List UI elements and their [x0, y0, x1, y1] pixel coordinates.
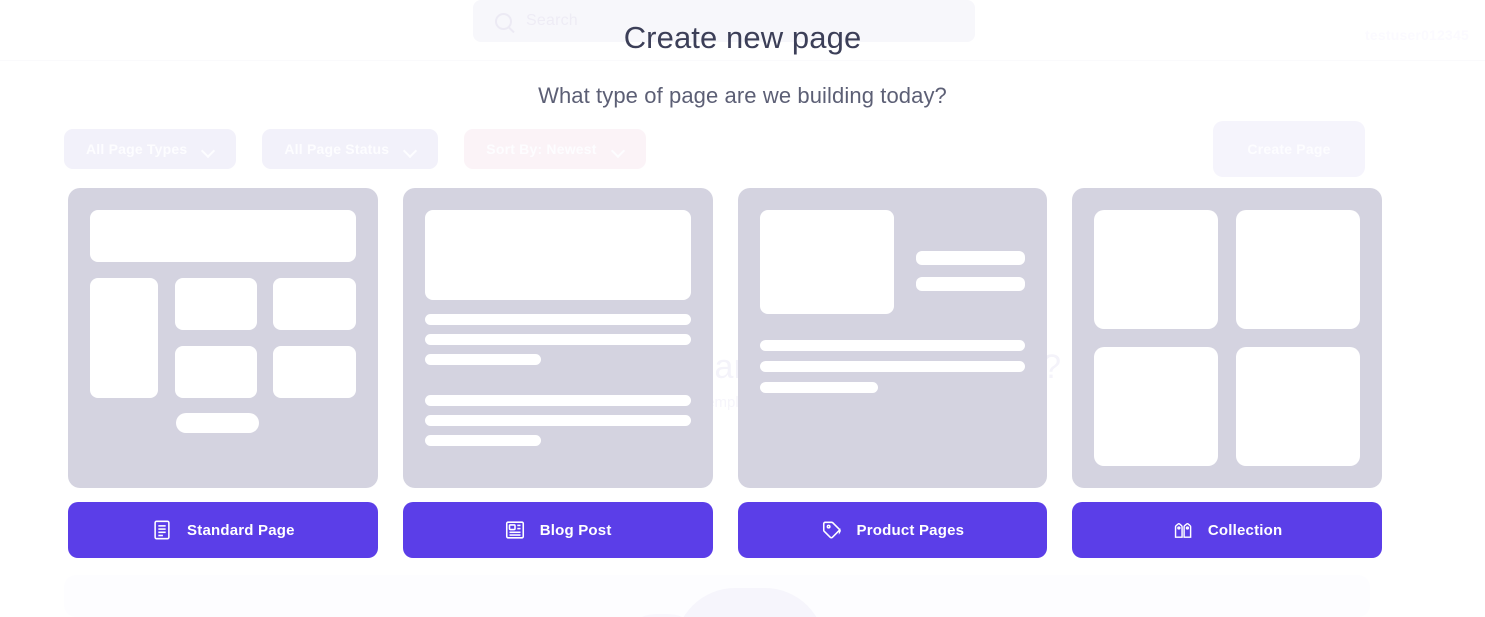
- page-subtitle: What type of page are we building today?: [538, 83, 947, 108]
- wireframe-sidebar-block: [90, 278, 158, 398]
- page-type-card-blog-post[interactable]: Blog Post: [402, 188, 713, 558]
- wireframe-paragraph-group: [424, 314, 691, 365]
- standard-page-wireframe-preview: [68, 188, 378, 488]
- wireframe-hero-block: [424, 210, 691, 300]
- wireframe-paragraph-group: [424, 395, 691, 446]
- price-tag-icon: [822, 521, 841, 539]
- double-tag-icon: [1174, 523, 1192, 538]
- wireframe-product-row: [759, 210, 1026, 314]
- wireframe-text-line: [424, 395, 691, 406]
- wireframe-grid: [175, 278, 356, 398]
- wireframe-product-image: [759, 210, 894, 314]
- product-pages-wireframe-preview: [737, 188, 1048, 488]
- wireframe-text-line: [915, 251, 1026, 265]
- page-type-card-collection[interactable]: Collection: [1072, 188, 1382, 558]
- standard-page-button[interactable]: Standard Page: [68, 502, 378, 558]
- wireframe-text-line: [759, 361, 1026, 372]
- wireframe-body: [90, 278, 356, 398]
- wireframe-cell: [1094, 347, 1219, 466]
- wireframe-button-block: [176, 413, 259, 433]
- page-type-card-product-pages[interactable]: Product Pages: [737, 188, 1048, 558]
- wireframe-header-block: [90, 210, 356, 262]
- collection-button[interactable]: Collection: [1072, 502, 1382, 558]
- wireframe-paragraph-group: [759, 340, 1026, 393]
- wireframe-cell: [273, 278, 356, 330]
- blog-post-button[interactable]: Blog Post: [402, 502, 713, 558]
- wireframe-product-meta: [915, 210, 1026, 314]
- collection-wireframe-preview: [1072, 188, 1382, 488]
- standard-page-button-label: Standard Page: [187, 521, 295, 539]
- wireframe-text-line-short: [759, 382, 878, 393]
- create-new-page-screen: Search testuser012345 All Page Types All…: [0, 0, 1485, 617]
- wireframe-text-line: [424, 415, 691, 426]
- page-type-card-list: Standard Page Blog Post Product Pages Co…: [68, 188, 1382, 558]
- page-title: Create new page: [623, 20, 862, 55]
- wireframe-text-line: [915, 277, 1026, 291]
- wireframe-cell: [175, 278, 258, 330]
- wireframe-text-line: [759, 340, 1026, 351]
- wireframe-text-line-short: [424, 435, 541, 446]
- create-page-overlay: Create new page What type of page are we…: [0, 0, 1485, 617]
- product-pages-button[interactable]: Product Pages: [737, 502, 1048, 558]
- wireframe-cell: [1094, 210, 1219, 329]
- wireframe-grid: [1094, 210, 1360, 466]
- product-pages-button-label: Product Pages: [856, 521, 965, 539]
- page-type-card-standard-page[interactable]: Standard Page: [68, 188, 378, 558]
- wireframe-text-line: [424, 334, 691, 345]
- wireframe-cell: [273, 346, 356, 398]
- wireframe-text-line: [424, 314, 691, 325]
- wireframe-cell: [1236, 347, 1360, 466]
- blog-post-button-label: Blog Post: [539, 521, 612, 539]
- document-lines-icon: [154, 520, 170, 540]
- collection-button-label: Collection: [1207, 521, 1283, 539]
- wireframe-cell: [175, 346, 258, 398]
- blog-post-wireframe-preview: [402, 188, 713, 488]
- wireframe-cell: [1236, 210, 1360, 329]
- newspaper-icon: [505, 521, 524, 539]
- wireframe-text-line-short: [424, 354, 541, 365]
